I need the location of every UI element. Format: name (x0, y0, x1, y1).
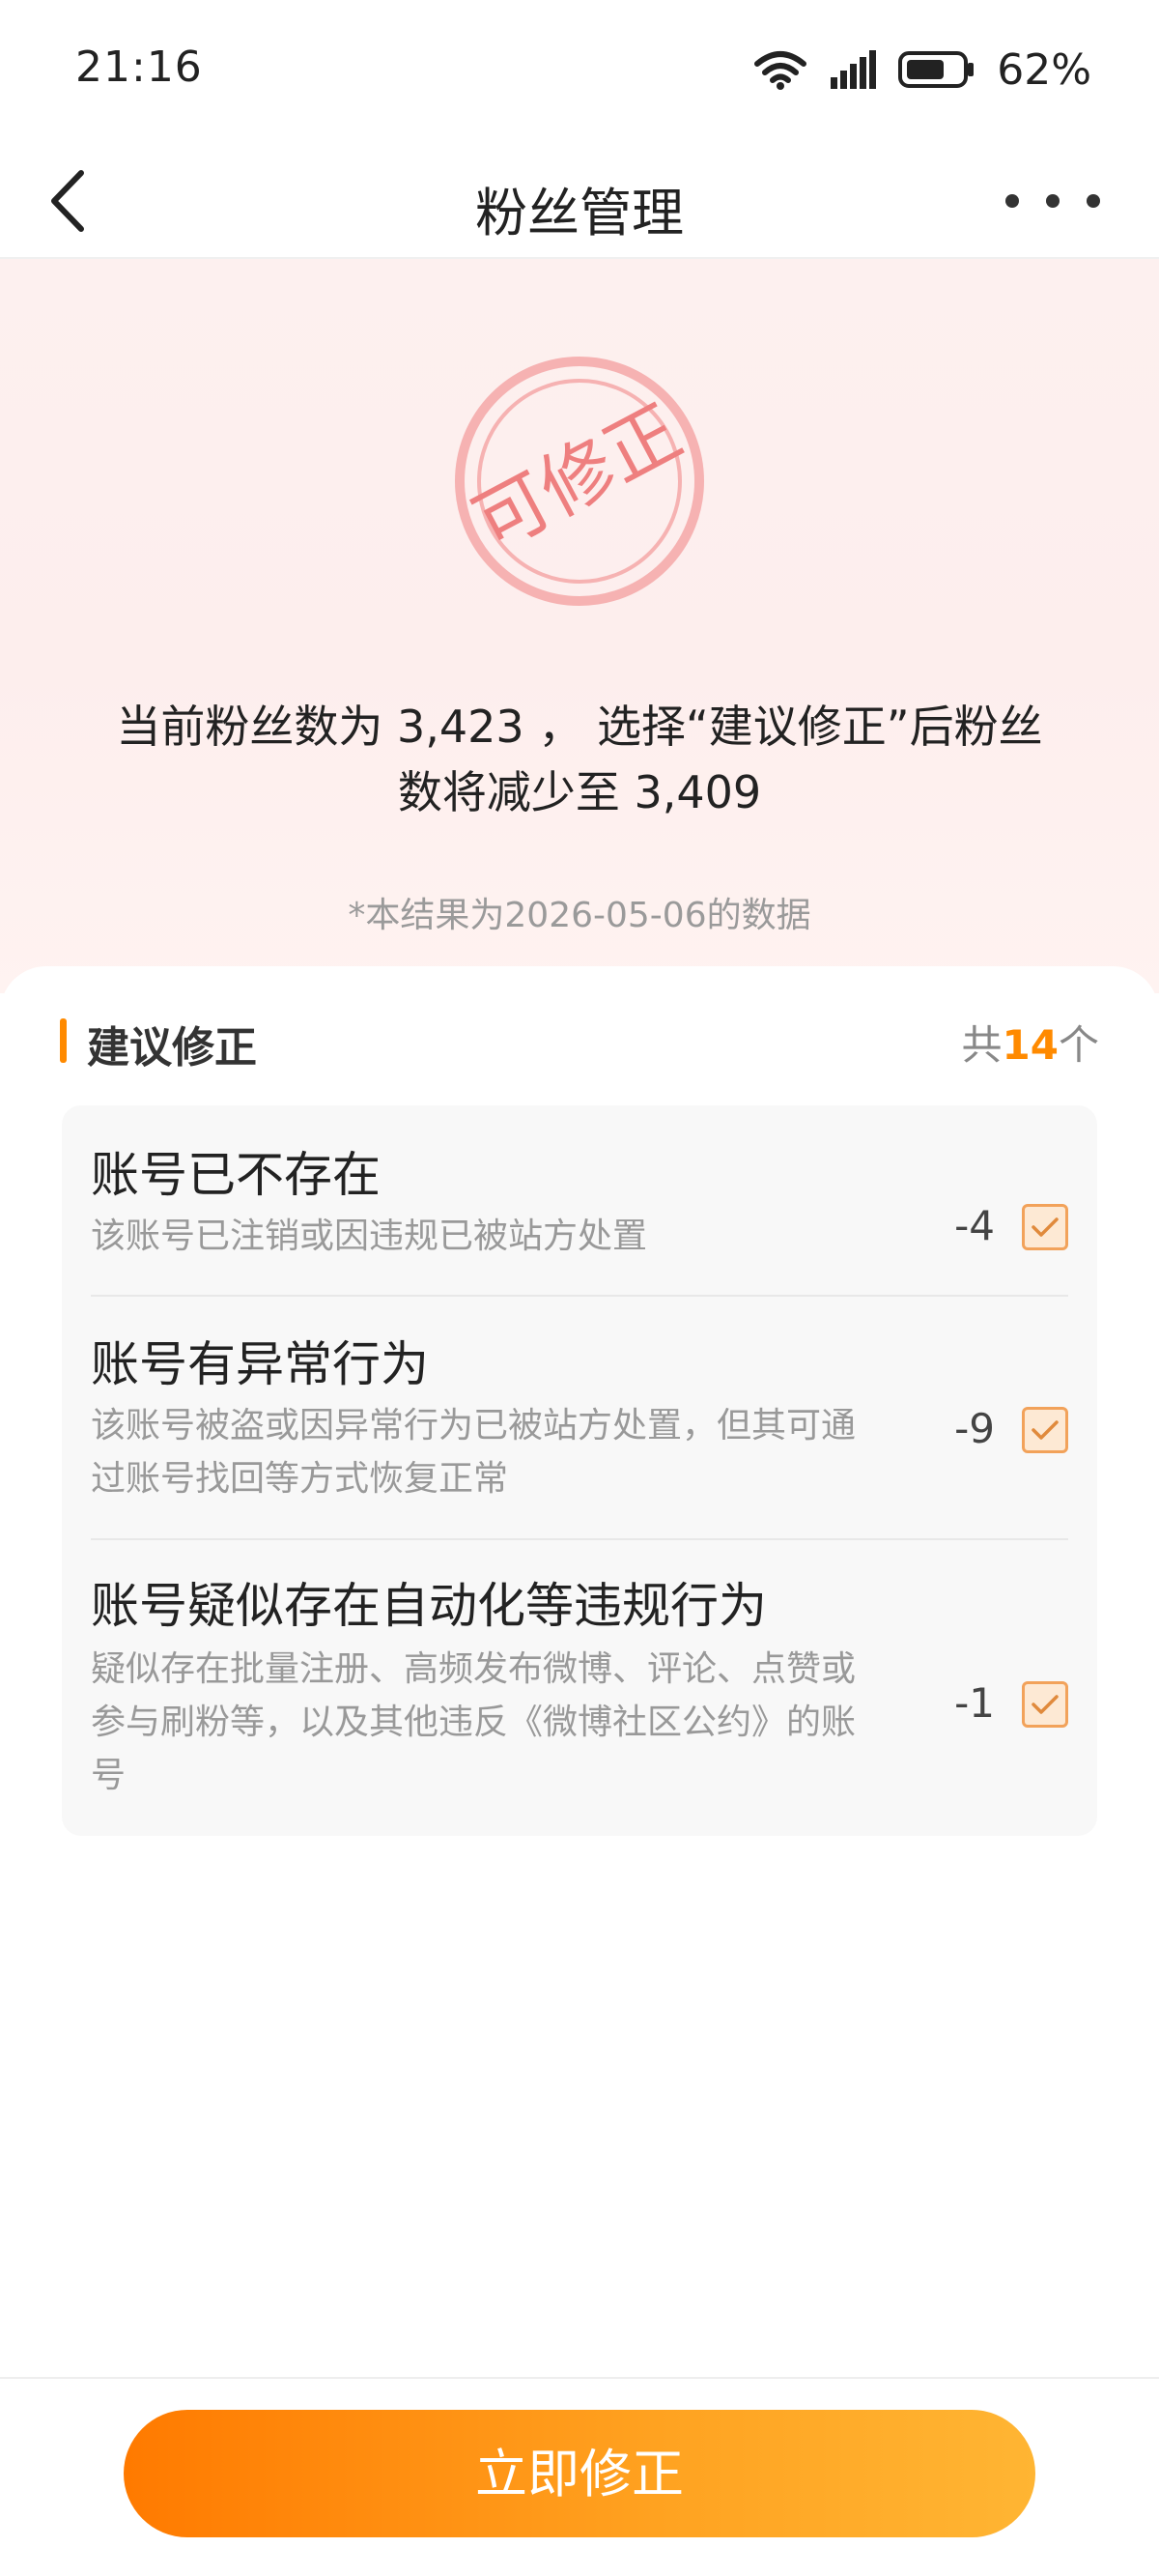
battery-percentage: 62% (997, 44, 1091, 95)
item-count: -4 (954, 1202, 995, 1249)
battery-icon (898, 51, 975, 88)
count-number: 14 (1002, 1021, 1059, 1069)
item-title: 账号有异常行为 (91, 1336, 429, 1392)
check-icon (1032, 1217, 1059, 1237)
nav-bar: 粉丝管理 (0, 145, 1159, 259)
wifi-icon (754, 51, 807, 90)
section-title: 建议修正 (87, 1023, 257, 1073)
item-divider (91, 1538, 1068, 1540)
check-icon (1032, 1695, 1059, 1714)
item-checkbox[interactable] (1022, 1407, 1068, 1453)
more-button[interactable] (995, 166, 1111, 236)
fan-count-line-1: 当前粉丝数为 3,423 ， 选择“建议修正”后粉丝 (116, 701, 1043, 753)
section-accent-bar (60, 1018, 67, 1063)
correctable-stamp: 可修正 (455, 357, 704, 606)
check-icon (1032, 1420, 1059, 1440)
item-count: -9 (954, 1405, 995, 1452)
item-description: 疑似存在批量注册、高频发布微博、评论、点赞或参与刷粉等，以及其他违反《微博社区公… (91, 1649, 857, 1795)
list-item[interactable]: 账号已不存在 该账号已注销或因违规已被站方处置 -4 (91, 1136, 1068, 1301)
fan-count-description: 当前粉丝数为 3,423 ， 选择“建议修正”后粉丝 数将减少至 3,409 (77, 694, 1082, 825)
bottom-action-bar: 立即修正 (0, 2377, 1159, 2576)
item-description: 该账号已注销或因违规已被站方处置 (91, 1216, 648, 1256)
status-time: 21:16 (75, 43, 203, 92)
summary-header: 可修正 当前粉丝数为 3,423 ， 选择“建议修正”后粉丝 数将减少至 3,4… (0, 259, 1159, 993)
fan-count-line-2: 数将减少至 3,409 (397, 766, 762, 818)
page-title: 粉丝管理 (475, 183, 684, 243)
list-item[interactable]: 账号有异常行为 该账号被盗或因异常行为已被站方处置，但其可通过账号找回等方式恢复… (91, 1326, 1068, 1529)
data-date-note: *本结果为2026-05-06的数据 (348, 896, 811, 935)
item-divider (91, 1295, 1068, 1297)
suggestion-list: 账号已不存在 该账号已注销或因违规已被站方处置 -4 账号有异常行为 该账号被盗… (62, 1105, 1097, 1836)
suggestion-card: 建议修正 共14个 账号已不存在 该账号已注销或因违规已被站方处置 -4 账号有… (0, 966, 1159, 2377)
signal-icon (831, 50, 877, 89)
more-horizontal-icon (1005, 194, 1100, 208)
list-item[interactable]: 账号疑似存在自动化等违规行为 疑似存在批量注册、高频发布微博、评论、点赞或参与刷… (91, 1567, 1068, 1818)
item-title: 账号已不存在 (91, 1147, 381, 1203)
status-bar: 21:16 62% (0, 0, 1159, 145)
correct-now-button[interactable]: 立即修正 (124, 2410, 1035, 2537)
section-count: 共14个 (961, 1021, 1099, 1069)
item-checkbox[interactable] (1022, 1681, 1068, 1728)
status-icons: 62% (753, 43, 1091, 97)
item-title: 账号疑似存在自动化等违规行为 (91, 1578, 767, 1634)
item-count: -1 (954, 1679, 995, 1727)
item-checkbox[interactable] (1022, 1204, 1068, 1250)
item-description: 该账号被盗或因异常行为已被站方处置，但其可通过账号找回等方式恢复正常 (91, 1406, 857, 1499)
